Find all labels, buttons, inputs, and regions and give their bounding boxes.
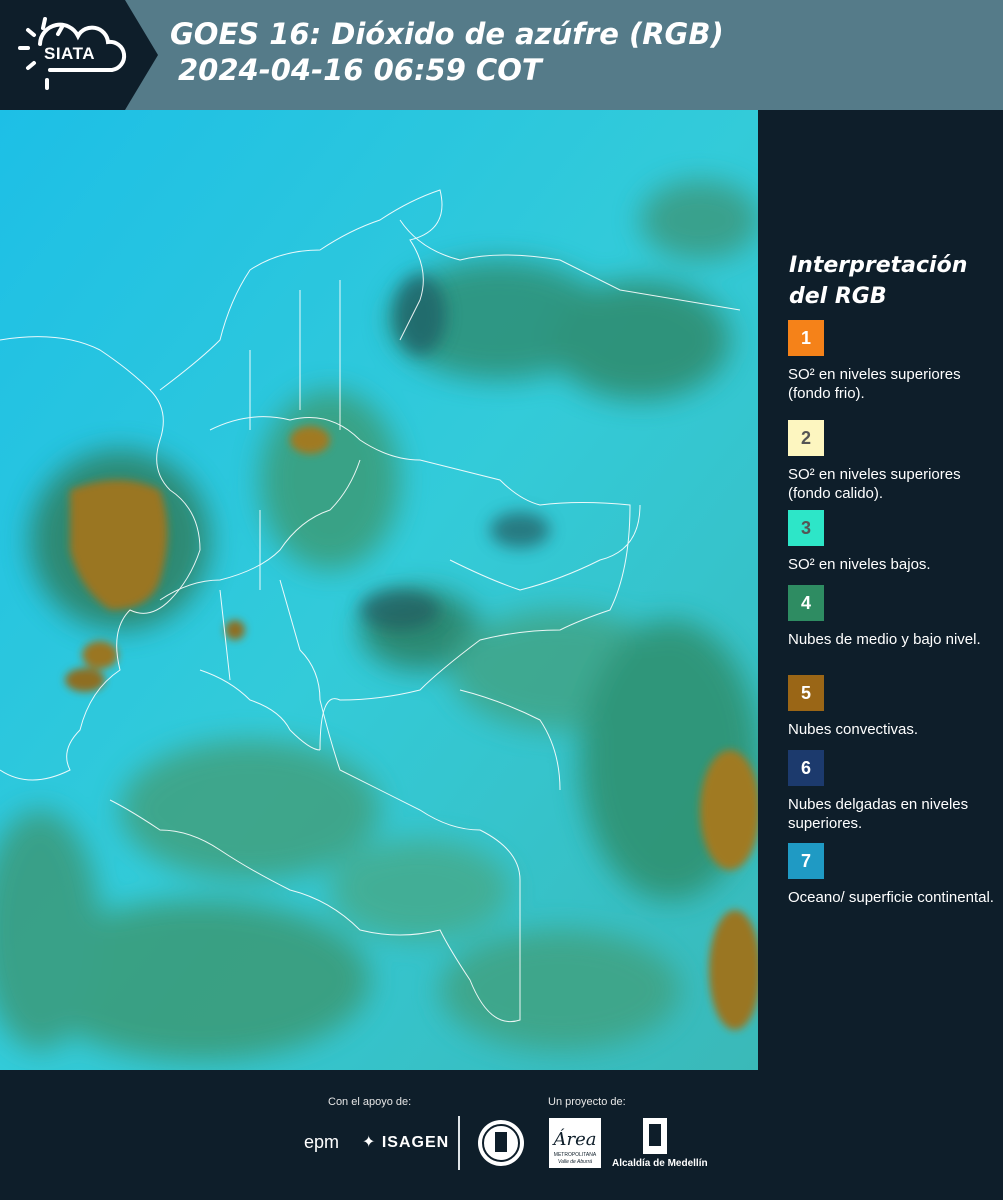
isagen-mark-icon: ✦ (362, 1134, 377, 1151)
legend-description: SO² en niveles bajos. (788, 556, 931, 573)
area-logo-label: Área (552, 1127, 597, 1150)
legend-swatch: 6 (788, 750, 824, 786)
siata-logo[interactable]: SIATA (0, 0, 160, 110)
epm-logo[interactable]: epm (304, 1132, 339, 1153)
legend-description: Nubes de medio y bajo nivel. (788, 631, 981, 648)
legend-description: SO² en niveles superiores (fondo calido)… (788, 466, 961, 502)
legend-swatch: 1 (788, 320, 824, 356)
legend-description: Nubes delgadas en niveles superiores. (788, 796, 969, 832)
legend-swatch: 4 (788, 585, 824, 621)
support-label: Con el apoyo de: (328, 1096, 412, 1108)
alcaldia-label: Alcaldía de Medellín (612, 1158, 708, 1169)
legend-title: Interpretación del RGB (789, 250, 967, 312)
legend-item-3: 3 SO² en niveles bajos. (788, 510, 998, 574)
alcaldia-shield-icon[interactable] (640, 1116, 670, 1156)
satellite-imagery (0, 110, 758, 1070)
area-logo-sub2: Valle de Aburrá (558, 1159, 592, 1165)
legend-item-6: 6 Nubes delgadas en niveles superiores. (788, 750, 998, 833)
logo-label: SIATA (44, 44, 95, 63)
legend-description: Oceano/ superficie continental. (788, 889, 994, 906)
legend-description: Nubes convectivas. (788, 721, 919, 738)
medellin-seal-icon[interactable] (476, 1118, 526, 1168)
legend-item-7: 7 Oceano/ superficie continental. (788, 843, 998, 907)
page-title: GOES 16: Dióxido de azúfre (RGB) 2024-04… (170, 16, 724, 88)
legend-swatch: 2 (788, 420, 824, 456)
satellite-map[interactable] (0, 110, 758, 1070)
legend-item-2: 2 SO² en niveles superiores (fondo calido… (788, 420, 998, 503)
legend-title-line1: Interpretación (789, 253, 968, 278)
footer-divider (458, 1116, 460, 1170)
legend-item-1: 1 SO² en niveles superiores (fondo frio). (788, 320, 998, 403)
footer-sponsors: Con el apoyo de: Un proyecto de: epm ✦ I… (0, 1070, 1003, 1200)
legend-description: SO² en niveles superiores (fondo frio). (788, 366, 961, 402)
area-logo-sub: METROPOLITANA (554, 1152, 597, 1158)
isagen-logo[interactable]: ✦ ISAGEN (362, 1132, 449, 1152)
legend-swatch: 7 (788, 843, 824, 879)
legend-swatch: 5 (788, 675, 824, 711)
legend-title-line2: del RGB (789, 284, 887, 309)
legend-swatch: 3 (788, 510, 824, 546)
rgb-legend: Interpretación del RGB 1 SO² en niveles s… (760, 110, 1003, 1070)
legend-item-4: 4 Nubes de medio y bajo nivel. (788, 585, 998, 649)
legend-item-5: 5 Nubes convectivas. (788, 675, 998, 739)
isagen-label: ISAGEN (381, 1134, 450, 1151)
title-product: GOES 16: Dióxido de azúfre (RGB) (170, 17, 724, 51)
title-timestamp: 2024-04-16 06:59 COT (178, 53, 542, 87)
area-metropolitana-logo[interactable]: Área METROPOLITANA Valle de Aburrá (549, 1118, 601, 1168)
header-bar: SIATA GOES 16: Dióxido de azúfre (RGB) 2… (0, 0, 1003, 110)
project-label: Un proyecto de: (548, 1096, 626, 1108)
